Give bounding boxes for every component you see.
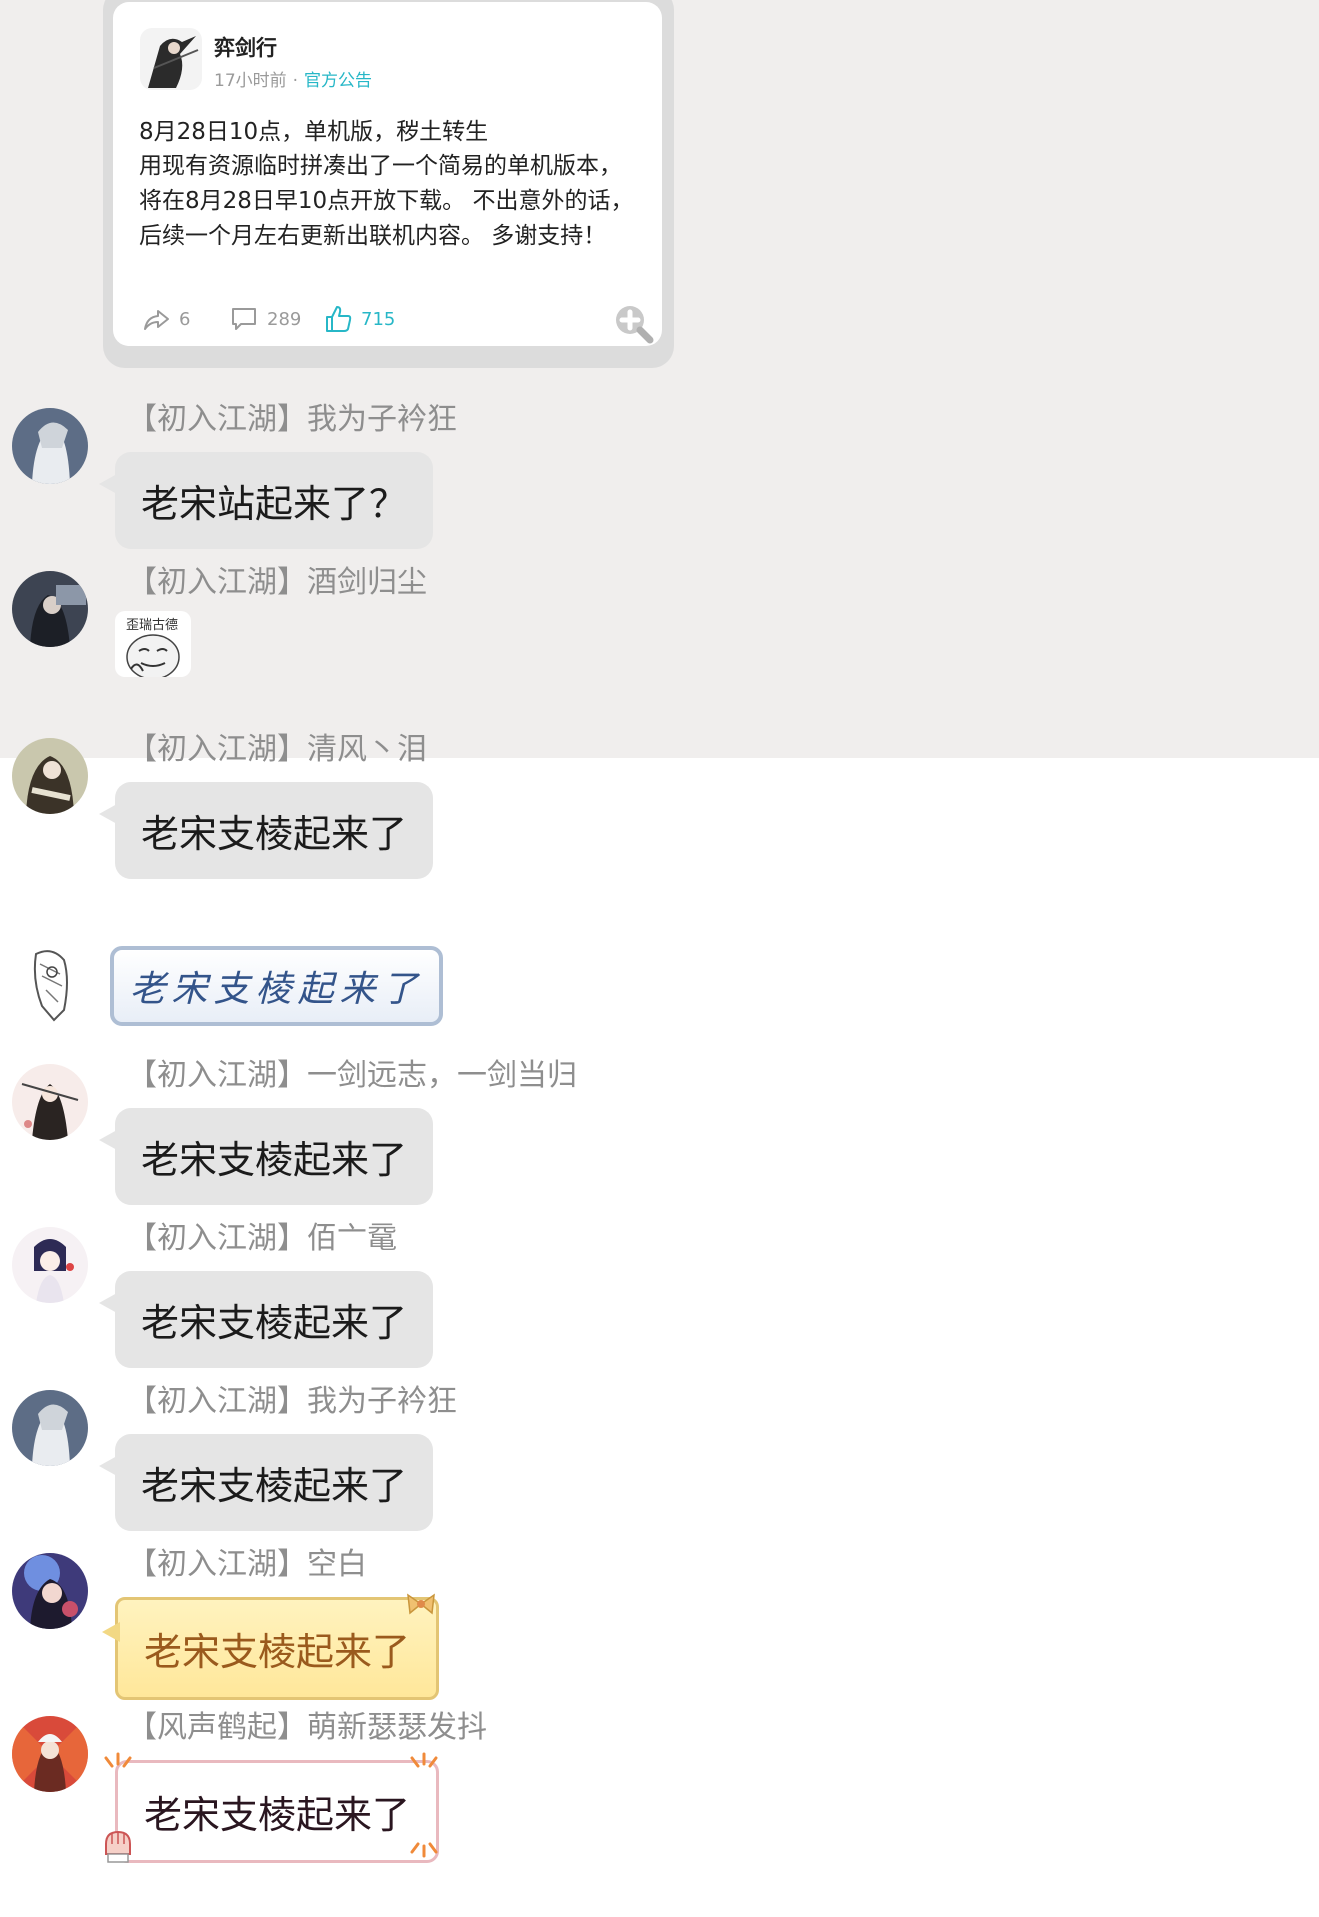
meta-separator: ·	[292, 71, 299, 91]
sender-name: 【初入江湖】一剑远志，一剑当归	[127, 1058, 577, 1093]
like-count: 715	[361, 308, 396, 330]
message-bubble[interactable]: 老宋支棱起来了	[115, 1760, 439, 1863]
post-body: 用现有资源临时拼凑出了一个简易的单机版本， 将在8月28日早10点开放下载。 不…	[139, 153, 634, 249]
avatar[interactable]	[12, 1390, 88, 1466]
post-meta: 17小时前 · 官方公告	[214, 66, 372, 91]
avatar[interactable]	[12, 1716, 88, 1792]
post-title: 8月28日10点，单机版，秽土转生	[139, 119, 489, 145]
sender-name: 【初入江湖】空白	[127, 1547, 367, 1582]
post-author-avatar[interactable]	[140, 28, 202, 90]
sender-name: 【初入江湖】清风丶泪	[127, 732, 427, 767]
sparkle-decoration-icon	[104, 1752, 132, 1768]
share-button[interactable]: 6	[141, 304, 190, 334]
post-content: 弈剑行 17小时前 · 官方公告 8月28日10点，单机版，秽土转生 用现有资源临时…	[113, 2, 662, 346]
avatar[interactable]	[12, 1064, 88, 1140]
sender-name: 【初入江湖】酒剑归尘	[127, 565, 427, 600]
avatar[interactable]	[12, 571, 88, 647]
share-count: 6	[179, 308, 191, 330]
like-icon	[326, 306, 352, 332]
comment-icon	[232, 308, 256, 330]
comment-count: 289	[267, 308, 302, 330]
sender-name: 【初入江湖】佰亠鼋	[127, 1221, 397, 1256]
sender-name: 【初入江湖】我为子衿狂	[127, 402, 457, 437]
message-bubble[interactable]: 老宋支棱起来了	[99, 782, 433, 879]
post-author-name[interactable]: 弈剑行	[214, 32, 277, 62]
message-bubble[interactable]: 老宋站起来了？	[99, 452, 433, 549]
sparkle-decoration-icon	[410, 1752, 438, 1768]
post-tag-official[interactable]: 官方公告	[304, 71, 372, 91]
zoom-in-icon[interactable]	[612, 302, 654, 344]
shared-post-card[interactable]: 弈剑行 17小时前 · 官方公告 8月28日10点，单机版，秽土转生 用现有资源临时…	[103, 0, 674, 368]
sparkle-decoration-icon	[410, 1842, 438, 1858]
message-bubble[interactable]: 老宋支棱起来了	[99, 1434, 433, 1531]
avatar[interactable]	[12, 1227, 88, 1303]
like-button[interactable]: 715	[323, 304, 395, 334]
fist-decoration-icon	[105, 1830, 131, 1863]
comment-button[interactable]: 289	[229, 304, 301, 334]
sticker-image[interactable]: 歪瑞古德	[115, 611, 191, 677]
message-bubble[interactable]: 老宋支棱起来了	[99, 1108, 433, 1205]
avatar[interactable]	[12, 946, 88, 1022]
bow-decoration-icon	[407, 1593, 435, 1615]
sender-name: 【初入江湖】我为子衿狂	[127, 1384, 457, 1419]
share-icon	[144, 310, 169, 330]
avatar[interactable]	[12, 1553, 88, 1629]
message-bubble[interactable]: 老宋支棱起来了	[110, 946, 443, 1026]
message-bubble[interactable]: 老宋支棱起来了	[99, 1271, 433, 1368]
sender-name: 【风声鹤起】萌新瑟瑟发抖	[127, 1710, 487, 1745]
post-time: 17小时前	[214, 71, 287, 91]
avatar[interactable]	[12, 738, 88, 814]
avatar[interactable]	[12, 408, 88, 484]
message-bubble[interactable]: 老宋支棱起来了	[102, 1597, 439, 1700]
